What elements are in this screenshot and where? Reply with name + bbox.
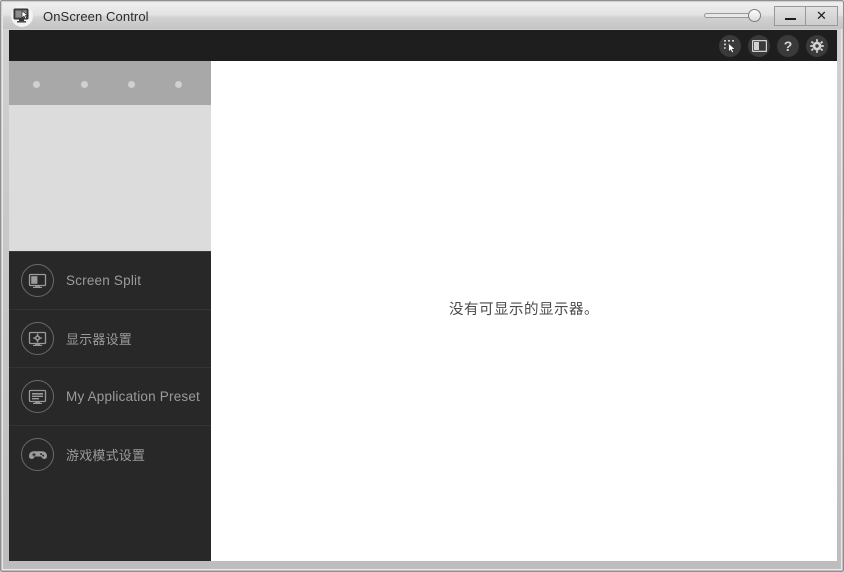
content-area: Screen Split 显示器设置 My Application Preset… (9, 61, 837, 561)
sidebar-item-game-mode-settings[interactable]: 游戏模式设置 (9, 425, 211, 483)
sidebar-item-label: 显示器设置 (66, 333, 133, 348)
preview-dot (33, 81, 40, 88)
sidebar-item-label: My Application Preset (66, 389, 201, 404)
help-icon[interactable]: ? (777, 34, 799, 57)
window-bottom-strip (3, 561, 843, 569)
monitor-preview-header (9, 61, 211, 105)
close-button[interactable]: ✕ (806, 6, 838, 26)
main-panel: 没有可显示的显示器。 (211, 61, 837, 561)
help-glyph: ? (783, 37, 793, 54)
opacity-slider-thumb[interactable] (748, 9, 761, 22)
sidebar-item-monitor-settings[interactable]: 显示器设置 (9, 309, 211, 367)
sidebar: Screen Split 显示器设置 My Application Preset… (9, 61, 211, 561)
opacity-slider[interactable] (704, 8, 764, 24)
app-toolbar: ? (9, 30, 837, 61)
sidebar-item-label: Screen Split (66, 273, 142, 288)
pointer-select-icon[interactable] (719, 34, 741, 57)
sidebar-item-label: 游戏模式设置 (66, 449, 146, 464)
gamepad-icon (21, 438, 54, 471)
monitor-settings-icon (21, 322, 54, 355)
window-controls: ✕ (774, 6, 838, 26)
preview-dot (81, 81, 88, 88)
window-title: OnScreen Control (43, 8, 149, 24)
split-screen-icon[interactable] (748, 34, 770, 57)
preview-dot (128, 81, 135, 88)
monitor-preview[interactable] (9, 61, 211, 251)
minimize-icon (784, 18, 796, 20)
sidebar-item-my-application-preset[interactable]: My Application Preset (9, 367, 211, 425)
title-bar[interactable]: OnScreen Control ✕ (3, 3, 843, 29)
monitor-cursor-icon (11, 5, 33, 27)
application-preset-icon (21, 380, 54, 413)
minimize-button[interactable] (774, 6, 806, 26)
preview-dot (175, 81, 182, 88)
close-icon: ✕ (816, 8, 827, 24)
gear-icon[interactable] (806, 34, 828, 57)
screen-split-icon (21, 264, 54, 297)
sidebar-item-screen-split[interactable]: Screen Split (9, 251, 211, 309)
empty-state-message: 没有可显示的显示器。 (449, 301, 599, 318)
sidebar-nav: Screen Split 显示器设置 My Application Preset… (9, 251, 211, 483)
app-window: OnScreen Control ✕ ? Screen Split 显示器设置 … (0, 0, 844, 572)
